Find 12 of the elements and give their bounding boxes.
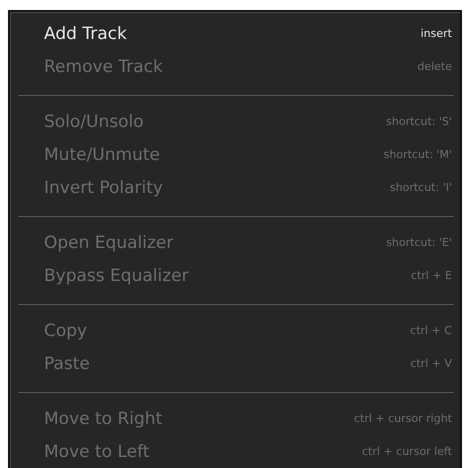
shortcut-hint: shortcut: 'I': [390, 180, 452, 196]
menu-item[interactable]: Add Track insert: [10, 18, 454, 51]
shortcut-hint: delete: [417, 59, 452, 76]
shortcut-hint: ctrl + V: [410, 356, 452, 372]
shortcut-hint: shortcut: 'S': [386, 114, 452, 130]
shortcut-hint: shortcut: 'E': [386, 235, 452, 252]
shortcut-hint: insert: [420, 26, 452, 42]
shortcut-hint: ctrl + E: [410, 268, 452, 284]
shortcut-hint: ctrl + C: [410, 323, 452, 340]
shortcut-hint: ctrl + cursor right: [354, 411, 452, 428]
shortcut-hint: ctrl + cursor left: [362, 444, 452, 460]
shortcut-hint: shortcut: 'M': [384, 147, 452, 164]
